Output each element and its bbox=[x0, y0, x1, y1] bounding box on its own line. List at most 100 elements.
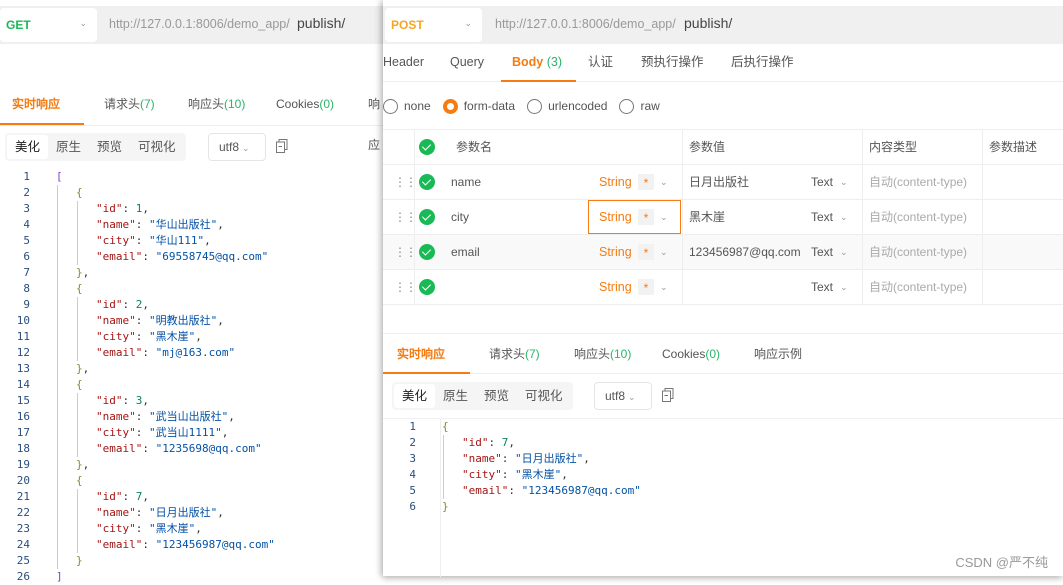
drag-handle-icon[interactable]: ⋮⋮ bbox=[394, 165, 417, 199]
code-token: "武当山出版社" bbox=[149, 410, 229, 423]
format-beautify-button[interactable]: 美化 bbox=[7, 135, 49, 159]
row-enabled-checkbox[interactable] bbox=[419, 174, 435, 190]
line-number: 19 bbox=[16, 458, 30, 471]
line-number: 6 bbox=[409, 500, 416, 513]
chevron-down-icon: ⌄ bbox=[628, 392, 636, 402]
tab-label: 实时响应 bbox=[12, 97, 61, 111]
required-toggle[interactable]: * bbox=[638, 244, 654, 260]
method-select[interactable]: GET ⌄ bbox=[0, 8, 97, 42]
chevron-down-icon: ⌄ bbox=[840, 212, 848, 222]
format-preview-button[interactable]: 预览 bbox=[476, 384, 517, 408]
content-type-input[interactable]: 自动(content-type) bbox=[869, 270, 967, 304]
line-number: 1 bbox=[409, 420, 416, 433]
radio-label: none bbox=[404, 99, 431, 113]
tab-header[interactable]: Header bbox=[383, 44, 424, 82]
select-all-checkbox[interactable] bbox=[419, 139, 435, 155]
row-enabled-checkbox[interactable] bbox=[419, 279, 435, 295]
code-token: : bbox=[135, 410, 149, 423]
indent-guide bbox=[77, 201, 78, 265]
copy-icon[interactable] bbox=[662, 388, 674, 402]
code-token: : bbox=[501, 468, 515, 481]
required-toggle[interactable]: * bbox=[638, 279, 654, 295]
tab-count: (10) bbox=[610, 347, 632, 361]
tab-label: 请求头 bbox=[104, 97, 141, 111]
drag-handle-icon[interactable]: ⋮⋮ bbox=[394, 270, 417, 304]
radio-none[interactable]: none bbox=[383, 98, 431, 114]
tab-response-example[interactable]: 响应示例 bbox=[754, 334, 802, 375]
tab-count: (0) bbox=[705, 347, 721, 361]
tab-request-headers[interactable]: 请求头(7) bbox=[489, 334, 540, 375]
content-type-input[interactable]: 自动(content-type) bbox=[869, 165, 967, 199]
header-content-type: 内容类型 bbox=[869, 140, 918, 154]
code-line: }, bbox=[56, 457, 275, 473]
code-line: { bbox=[56, 473, 275, 489]
line-number: 2 bbox=[409, 436, 416, 449]
code-token: "华山出版社" bbox=[149, 218, 218, 231]
format-visualize-button[interactable]: 可视化 bbox=[130, 135, 184, 159]
param-type-select[interactable]: String bbox=[599, 270, 632, 304]
tab-body[interactable]: Body (3) bbox=[501, 44, 576, 82]
code-token: , bbox=[82, 362, 90, 375]
code-token: : bbox=[122, 394, 136, 407]
format-raw-button[interactable]: 原生 bbox=[48, 135, 89, 159]
tab-live-response[interactable]: 实时响应 bbox=[383, 334, 470, 374]
copy-icon[interactable] bbox=[276, 139, 288, 153]
row-enabled-checkbox[interactable] bbox=[419, 244, 435, 260]
radio-raw[interactable]: raw bbox=[619, 98, 660, 114]
line-number: 16 bbox=[16, 410, 30, 423]
url-path-input[interactable]: publish/ bbox=[684, 15, 732, 31]
tab-response-headers[interactable]: 响应头(10) bbox=[574, 334, 631, 375]
required-toggle[interactable]: * bbox=[638, 174, 654, 190]
required-toggle[interactable]: * bbox=[638, 209, 654, 225]
tab-post-request[interactable]: 后执行操作 bbox=[731, 44, 794, 82]
url-bar: POST ⌄ http://127.0.0.1:8006/demo_app/ p… bbox=[383, 6, 1063, 44]
param-type-select[interactable]: String bbox=[599, 165, 632, 199]
method-label: GET bbox=[6, 18, 31, 32]
param-value-input[interactable]: 123456987@qq.com bbox=[689, 235, 801, 269]
encoding-select[interactable]: utf8 ⌄ bbox=[208, 133, 266, 161]
code-line: }, bbox=[56, 361, 275, 377]
tab-response-headers[interactable]: 响应头(10) bbox=[188, 84, 245, 125]
value-type-select[interactable]: Text bbox=[811, 270, 833, 304]
code-token: "黑木崖" bbox=[149, 522, 196, 535]
param-value-input[interactable]: 黑木崖 bbox=[689, 200, 725, 234]
method-select[interactable]: POST ⌄ bbox=[385, 8, 482, 42]
tab-auth[interactable]: 认证 bbox=[588, 44, 613, 82]
param-name-input[interactable]: name bbox=[451, 165, 481, 199]
drag-handle-icon[interactable]: ⋮⋮ bbox=[394, 235, 417, 269]
tab-cookies[interactable]: Cookies(0) bbox=[662, 334, 720, 375]
value-type-select[interactable]: Text bbox=[811, 200, 833, 234]
code-line: { bbox=[56, 185, 275, 201]
format-preview-button[interactable]: 预览 bbox=[89, 135, 130, 159]
url-path-input[interactable]: publish/ bbox=[297, 15, 345, 31]
tab-request-headers[interactable]: 请求头(7) bbox=[104, 84, 155, 125]
tab-query[interactable]: Query bbox=[450, 44, 484, 82]
drag-handle-icon[interactable]: ⋮⋮ bbox=[394, 200, 417, 234]
format-visualize-button[interactable]: 可视化 bbox=[517, 384, 571, 408]
code-token: : bbox=[142, 346, 156, 359]
content-type-input[interactable]: 自动(content-type) bbox=[869, 235, 967, 269]
row-enabled-checkbox[interactable] bbox=[419, 209, 435, 225]
code-token: "email" bbox=[96, 538, 143, 551]
code-line: "id": 2, bbox=[56, 297, 275, 313]
content-type-input[interactable]: 自动(content-type) bbox=[869, 200, 967, 234]
value-type-select[interactable]: Text bbox=[811, 235, 833, 269]
code-token: { bbox=[76, 474, 83, 487]
code-token: "日月出版社" bbox=[515, 452, 584, 465]
param-name-input[interactable]: city bbox=[451, 200, 469, 234]
radio-urlencoded[interactable]: urlencoded bbox=[527, 98, 607, 114]
radio-form-data[interactable]: form-data bbox=[442, 98, 515, 114]
tab-live-response[interactable]: 实时响应 bbox=[0, 84, 84, 125]
param-name-input[interactable]: email bbox=[451, 235, 480, 269]
line-number: 25 bbox=[16, 554, 30, 567]
param-type-select[interactable]: String bbox=[599, 235, 632, 269]
param-value-input[interactable]: 日月出版社 bbox=[689, 165, 749, 199]
tab-label: 请求头 bbox=[489, 347, 526, 361]
param-type-select[interactable]: String bbox=[599, 200, 632, 234]
encoding-select[interactable]: utf8 ⌄ bbox=[594, 382, 652, 410]
format-beautify-button[interactable]: 美化 bbox=[394, 384, 436, 408]
tab-pre-request[interactable]: 预执行操作 bbox=[641, 44, 704, 82]
tab-cookies[interactable]: Cookies(0) bbox=[276, 84, 334, 125]
format-raw-button[interactable]: 原生 bbox=[435, 384, 476, 408]
value-type-select[interactable]: Text bbox=[811, 165, 833, 199]
